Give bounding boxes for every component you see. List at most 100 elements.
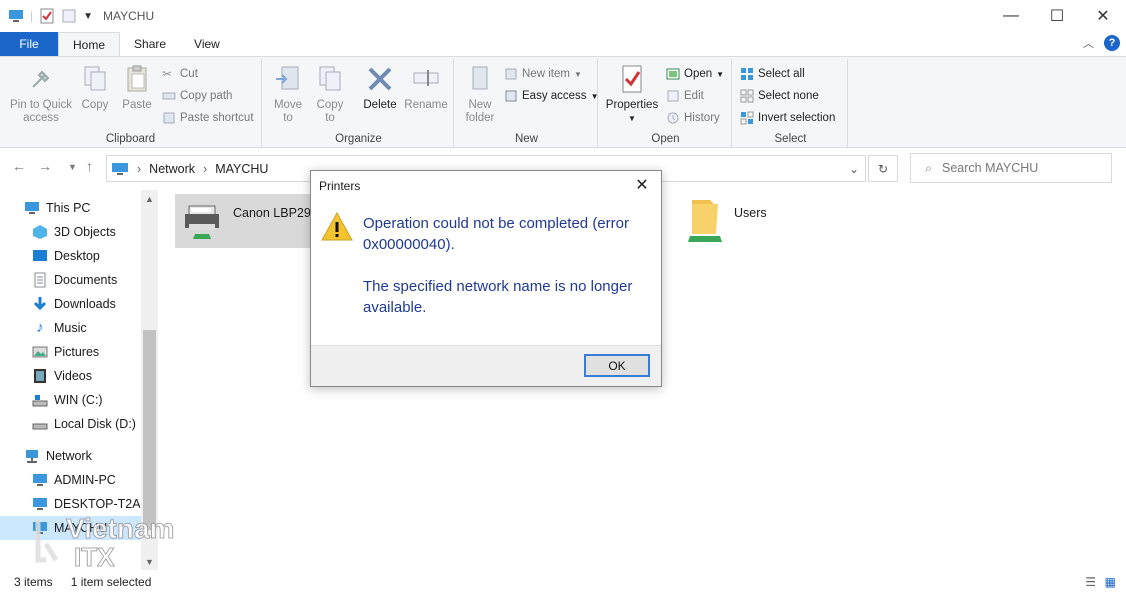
- easy-access-button[interactable]: Easy access ▼: [504, 89, 598, 103]
- dialog-title: Printers: [319, 179, 361, 193]
- list-item-folder[interactable]: Users: [686, 196, 767, 244]
- sidebar-item-documents[interactable]: Documents: [32, 272, 117, 288]
- clipboard-group: Pin to Quick access Copy Paste ✂ Cut Cop…: [0, 59, 262, 147]
- up-arrow-icon[interactable]: ↑: [86, 158, 93, 174]
- title-bar: | ▼ MAYCHU — ☐ ✕: [0, 0, 1126, 32]
- forward-arrow-icon[interactable]: →: [38, 158, 52, 174]
- item-name: Users: [734, 206, 767, 220]
- pin-quick-access-button[interactable]: Pin to Quick access: [6, 63, 76, 125]
- tab-share[interactable]: Share: [120, 32, 180, 56]
- collapse-ribbon-icon[interactable]: ︿: [1083, 35, 1094, 51]
- copy-icon: [84, 66, 106, 91]
- breadcrumb-network[interactable]: Network: [149, 162, 195, 176]
- properties-label: Properties: [605, 99, 659, 111]
- drive-icon: [32, 395, 48, 407]
- search-input[interactable]: ⌕ Search MAYCHU: [910, 153, 1112, 183]
- select-group: Select all Select none Invert selection …: [734, 59, 848, 147]
- edit-icon: [667, 90, 679, 102]
- help-icon[interactable]: ?: [1104, 35, 1120, 51]
- invert-selection-label: Invert selection: [758, 112, 836, 124]
- back-arrow-icon[interactable]: ←: [12, 158, 26, 174]
- properties-icon[interactable]: [39, 8, 55, 24]
- select-none-button[interactable]: Select none: [740, 89, 819, 103]
- copy-path-button[interactable]: Copy path: [162, 89, 232, 103]
- shared-folder-icon: [688, 200, 722, 242]
- breadcrumb-maychu[interactable]: MAYCHU: [215, 162, 268, 176]
- sidebar-item-music[interactable]: ♪ Music: [32, 320, 86, 336]
- computer-icon: [25, 202, 39, 214]
- cut-button[interactable]: ✂ Cut: [162, 67, 198, 81]
- sidebar-scrollbar[interactable]: ▲ ▼: [141, 190, 158, 570]
- close-icon: ✕: [635, 177, 649, 194]
- computer-icon: [9, 10, 23, 22]
- close-button[interactable]: ✕: [1080, 0, 1126, 32]
- invert-selection-icon: [740, 111, 754, 125]
- status-bar: 3 items 1 item selected ☰ ▦: [0, 570, 1126, 594]
- open-button[interactable]: Open ▼: [666, 67, 724, 81]
- copy-path-label: Copy path: [180, 90, 233, 102]
- computer-icon: [112, 162, 128, 175]
- sidebar-item-label: DESKTOP-T2A5C: [54, 497, 140, 511]
- sidebar-item-pictures[interactable]: Pictures: [32, 344, 99, 360]
- sidebar-item-label: This PC: [46, 201, 91, 215]
- sidebar-item-downloads[interactable]: Downloads: [32, 296, 116, 312]
- rename-button[interactable]: Rename: [404, 63, 448, 112]
- sidebar-item-3d-objects[interactable]: 3D Objects: [32, 224, 116, 240]
- move-to-button[interactable]: Move to: [270, 63, 306, 125]
- sidebar-item-network[interactable]: Network: [24, 448, 92, 464]
- select-all-label: Select all: [758, 68, 805, 80]
- customize-dropdown-icon[interactable]: ▼: [83, 11, 93, 22]
- new-folder-icon[interactable]: [61, 8, 77, 24]
- scrollbar-thumb[interactable]: [143, 330, 156, 530]
- delete-button[interactable]: Delete: [360, 63, 400, 112]
- maximize-button[interactable]: ☐: [1034, 0, 1080, 32]
- sidebar-item-win-c[interactable]: WIN (C:): [32, 392, 103, 408]
- sidebar-item-desktop[interactable]: Desktop: [32, 248, 100, 264]
- new-folder-button[interactable]: New folder: [462, 63, 498, 125]
- history-button[interactable]: History: [666, 111, 720, 125]
- sidebar-item-label: ADMIN-PC: [54, 473, 116, 487]
- network-icon: [26, 450, 38, 463]
- organize-group: Move to Copy to Delete Rename Organize: [264, 59, 454, 147]
- new-label: New: [514, 133, 538, 145]
- cut-label: Cut: [180, 68, 198, 80]
- copy-to-button[interactable]: Copy to: [312, 63, 348, 125]
- copy-button[interactable]: Copy: [78, 63, 112, 112]
- documents-icon: [34, 272, 46, 288]
- search-placeholder: Search MAYCHU: [942, 161, 1039, 175]
- paste-button[interactable]: Paste: [118, 63, 156, 112]
- dialog-footer: OK: [311, 345, 661, 386]
- paste-shortcut-button[interactable]: Paste shortcut: [162, 111, 254, 125]
- edit-button[interactable]: Edit: [666, 89, 704, 103]
- sidebar-item-desktop-t2a5c[interactable]: DESKTOP-T2A5C: [32, 496, 140, 512]
- select-all-button[interactable]: Select all: [740, 67, 805, 81]
- ok-button[interactable]: OK: [584, 354, 650, 377]
- new-group: New folder New item ▼ Easy access ▼ New: [456, 59, 598, 147]
- properties-button[interactable]: Properties ▼: [604, 63, 660, 125]
- tiles-view-icon[interactable]: ▦: [1105, 575, 1116, 589]
- dialog-close-button[interactable]: ✕: [629, 174, 655, 196]
- sidebar-item-this-pc[interactable]: This PC: [24, 200, 90, 216]
- select-all-icon: [741, 68, 753, 80]
- tab-home[interactable]: Home: [58, 32, 121, 56]
- scroll-up-icon[interactable]: ▲: [141, 190, 158, 207]
- address-dropdown-icon[interactable]: ⌄: [849, 162, 859, 176]
- sidebar-item-videos[interactable]: Videos: [32, 368, 92, 384]
- delete-label: Delete: [363, 99, 397, 111]
- tab-view[interactable]: View: [180, 32, 234, 56]
- copy-path-icon: [162, 92, 176, 100]
- easy-access-icon: [505, 90, 517, 102]
- minimize-button[interactable]: —: [988, 0, 1034, 32]
- tab-file[interactable]: File: [0, 32, 58, 56]
- new-item-button[interactable]: New item ▼: [504, 67, 582, 81]
- sidebar-item-admin-pc[interactable]: ADMIN-PC: [32, 472, 116, 488]
- copy-to-label: Copy to: [316, 99, 344, 124]
- videos-icon: [34, 369, 46, 383]
- refresh-button[interactable]: ↻: [868, 155, 898, 182]
- list-item-printer[interactable]: Canon LBP2900: [175, 194, 325, 248]
- invert-selection-button[interactable]: Invert selection: [740, 111, 835, 125]
- details-view-icon[interactable]: ☰: [1085, 575, 1096, 589]
- recent-locations-chevron-icon[interactable]: ▼: [68, 162, 77, 172]
- select-none-icon: [740, 89, 754, 103]
- sidebar-item-local-disk-d[interactable]: Local Disk (D:): [32, 416, 136, 432]
